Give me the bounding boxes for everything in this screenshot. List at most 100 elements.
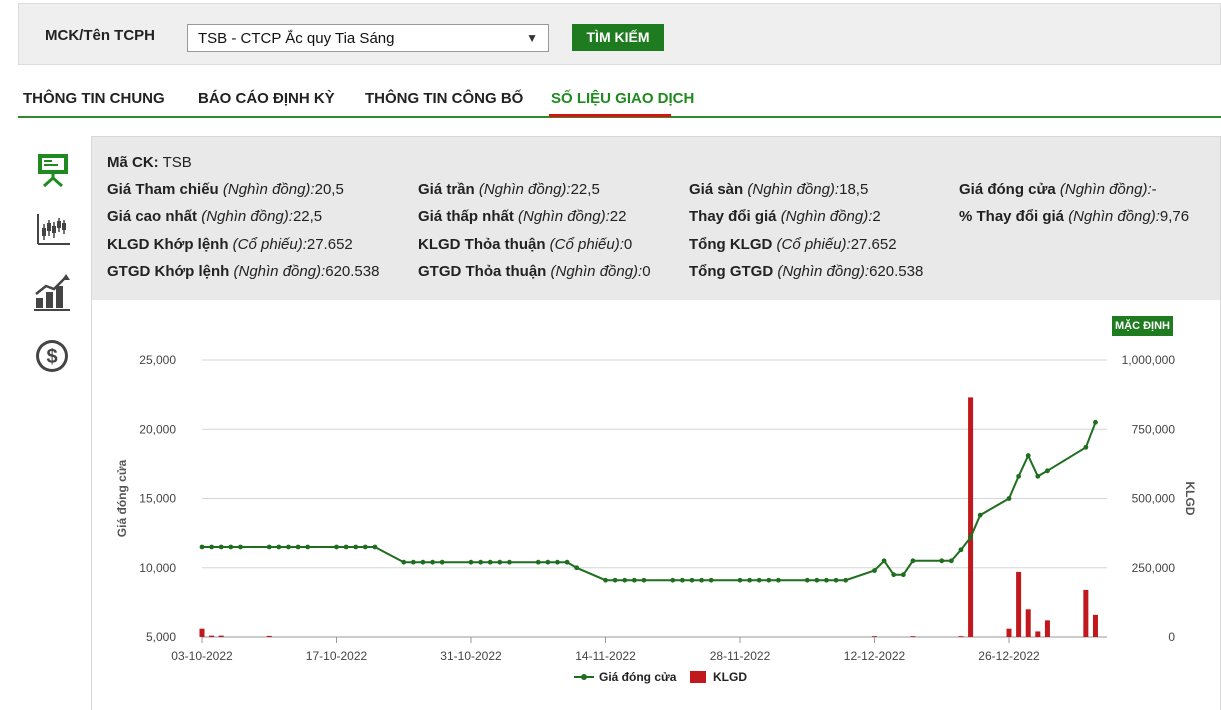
dollar-coin-icon[interactable]: $ <box>30 334 74 378</box>
info-cell-unit: (Nghìn đồng): <box>777 263 870 280</box>
info-cell-unit: (Nghìn đồng): <box>233 263 326 280</box>
price-point <box>939 558 945 564</box>
price-point <box>1045 468 1050 474</box>
info-cell-value: 2 <box>872 208 881 225</box>
info-cell-value: 18,5 <box>839 181 869 198</box>
company-select[interactable]: TSB - CTCP Ắc quy Tia Sáng ▼ <box>187 24 549 52</box>
price-point <box>468 559 474 565</box>
info-cell: GTGD Khớp lệnh (Nghìn đồng):620.538 <box>107 263 379 280</box>
price-point <box>900 572 906 578</box>
tab-trading-data[interactable]: SỐ LIỆU GIAO DỊCH <box>551 90 694 107</box>
price-point <box>545 559 551 565</box>
search-bar: MCK/Tên TCPH TSB - CTCP Ắc quy Tia Sáng … <box>18 3 1221 65</box>
info-cell-value: 0 <box>642 263 651 280</box>
y2-axis-title: KLGD <box>1183 482 1197 516</box>
x-tick-label: 12-12-2022 <box>844 649 906 663</box>
price-point <box>833 577 839 583</box>
price-point <box>689 577 695 583</box>
info-cell: Giá thấp nhất (Nghìn đồng):22 <box>418 208 626 225</box>
price-point <box>372 544 378 550</box>
price-point <box>401 559 407 565</box>
price-point <box>679 577 685 583</box>
price-point <box>362 544 368 550</box>
ticker-label: Mã CK: <box>107 154 159 171</box>
info-cell: Giá sàn (Nghìn đồng):18,5 <box>689 181 868 198</box>
info-cell-value: 20,5 <box>314 181 344 198</box>
price-point <box>507 559 512 565</box>
svg-text:$: $ <box>46 346 57 368</box>
info-cell: GTGD Thỏa thuận (Nghìn đồng):0 <box>418 263 651 280</box>
price-point <box>948 558 954 564</box>
price-point <box>1083 444 1089 450</box>
info-cell: % Thay đổi giá (Nghìn đồng):9,76 <box>959 208 1189 225</box>
info-cell-label: Giá thấp nhất <box>418 208 514 225</box>
volume-bar <box>1083 589 1089 637</box>
price-point <box>977 512 983 518</box>
price-point <box>535 559 541 565</box>
price-point <box>612 577 618 583</box>
x-tick-label: 03-10-2022 <box>171 649 233 663</box>
candlestick-chart-icon[interactable] <box>30 208 74 252</box>
price-volume-chart: MẶC ĐỊNH 5,000 10,000 15,000 20,000 25,000 0 2… <box>92 300 1220 710</box>
bar-growth-chart-icon[interactable] <box>30 270 74 314</box>
price-point <box>737 577 743 583</box>
info-cell-unit: (Cổ phiếu): <box>549 236 624 253</box>
y2-tick-label: 250,000 <box>1132 561 1176 575</box>
price-point <box>209 544 215 550</box>
info-cell-value: 620.538 <box>325 263 380 280</box>
presentation-board-icon[interactable] <box>30 148 74 192</box>
price-point <box>631 577 637 583</box>
info-cell-value: 9,76 <box>1159 208 1190 225</box>
y2-tick-label: 1,000,000 <box>1122 353 1176 367</box>
y-tick-label: 15,000 <box>139 492 176 506</box>
price-point <box>295 544 301 550</box>
price-point <box>603 577 608 583</box>
volume-bar <box>910 636 916 637</box>
x-tick-label: 14-11-2022 <box>575 649 636 663</box>
info-cell: Giá trần (Nghìn đồng):22,5 <box>418 181 600 198</box>
volume-bar <box>1006 628 1012 637</box>
trading-info-summary: Mã CK: TSB Giá Tham chiếu (Nghìn đồng):2… <box>92 137 1220 300</box>
info-cell-value: 27.652 <box>850 236 897 253</box>
price-point <box>430 559 435 565</box>
search-button[interactable]: TÌM KIẾM <box>572 24 664 51</box>
price-point <box>478 559 484 565</box>
info-cell-value: 22 <box>609 208 627 225</box>
info-cell-unit: (Nghìn đồng): <box>222 181 315 198</box>
volume-bar <box>872 636 877 637</box>
price-point <box>708 577 714 583</box>
ticker-row: Mã CK: TSB <box>107 154 192 171</box>
volume-bar <box>209 635 215 637</box>
x-tick-label: 17-10-2022 <box>306 649 368 663</box>
price-point <box>891 572 897 578</box>
price-line <box>202 421 1097 582</box>
price-point <box>1006 496 1012 501</box>
price-point <box>276 544 282 550</box>
x-tick-label: 28-11-2022 <box>710 649 771 663</box>
tab-disclosures[interactable]: THÔNG TIN CÔNG BỐ <box>365 90 523 107</box>
active-tab-indicator <box>549 114 671 117</box>
price-point <box>343 544 349 550</box>
volume-bar <box>1016 571 1022 637</box>
info-cell-unit: (Nghìn đồng): <box>201 208 293 225</box>
info-cell-unit: (Nghìn đồng): <box>518 208 610 225</box>
info-cell-label: Giá Tham chiếu <box>107 181 219 198</box>
price-point <box>487 559 493 565</box>
tab-periodic-reports[interactable]: BÁO CÁO ĐỊNH KỲ <box>198 90 335 107</box>
y-tick-label: 10,000 <box>139 561 176 575</box>
info-cell-label: Giá cao nhất <box>107 208 198 225</box>
info-cell-value: 22,5 <box>570 181 600 198</box>
info-cell: Thay đổi giá (Nghìn đồng):2 <box>689 208 881 225</box>
info-cell: Giá đóng cửa (Nghìn đồng):- <box>959 181 1157 198</box>
tab-bar: THÔNG TIN CHUNG BÁO CÁO ĐỊNH KỲ THÔNG TI… <box>18 80 1221 118</box>
info-cell-unit: (Cổ phiếu): <box>776 236 851 253</box>
price-point <box>872 568 877 573</box>
tab-general-info[interactable]: THÔNG TIN CHUNG <box>23 90 165 107</box>
info-cell: KLGD Khớp lệnh (Cổ phiếu):27.652 <box>107 236 353 253</box>
price-point <box>641 577 647 583</box>
price-point <box>353 544 359 550</box>
info-cell-value: 22,5 <box>292 208 323 225</box>
info-cell: Tổng KLGD (Cổ phiếu):27.652 <box>689 236 897 253</box>
price-point <box>814 577 820 583</box>
info-cell: Giá cao nhất (Nghìn đồng):22,5 <box>107 208 322 225</box>
